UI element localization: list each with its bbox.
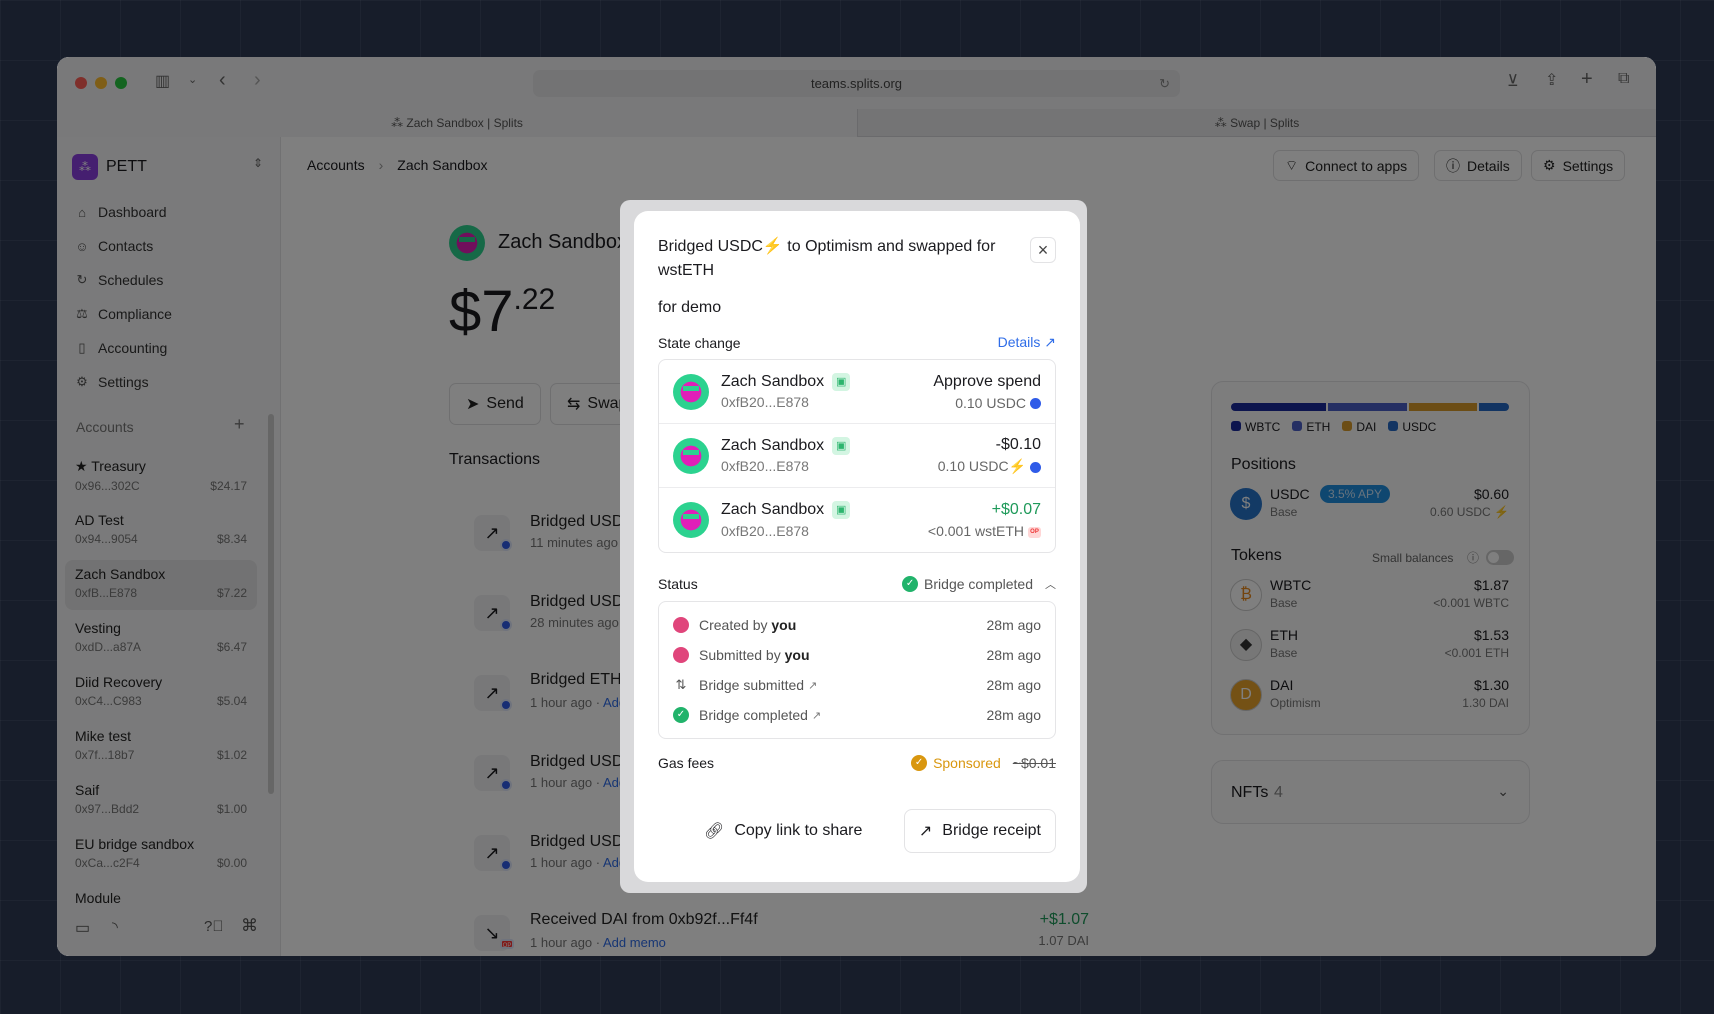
external-link-icon[interactable]: ↗	[812, 709, 821, 722]
base-chain-icon	[1030, 461, 1041, 473]
state-change-qty: 0.10 USDC⚡	[937, 458, 1026, 474]
state-change-name: Zach Sandbox	[721, 373, 825, 391]
transaction-modal: Bridged USDC⚡ to Optimism and swapped fo…	[634, 211, 1080, 882]
optimism-chain-icon: OP	[1028, 526, 1041, 538]
timeline-actor: you	[771, 617, 797, 633]
gas-status: Sponsored	[933, 755, 1001, 771]
state-change-amount: -$0.10	[995, 436, 1041, 453]
account-avatar	[673, 502, 709, 538]
timeline-text: Bridge submitted	[699, 677, 805, 693]
status-heading: Status	[658, 576, 698, 592]
wallet-icon: ▣	[832, 436, 851, 455]
state-change-qty: 0.10 USDC	[955, 394, 1026, 411]
link-icon: 🔗︎	[704, 823, 725, 840]
timeline-item: Submitted by you 28m ago	[673, 640, 1041, 670]
timeline-item[interactable]: ⇅ Bridge submitted ↗ 28m ago	[673, 670, 1041, 700]
timeline-text: Submitted by	[699, 647, 781, 663]
gas-amount: ~$0.01	[1012, 755, 1056, 771]
sponsored-badge-icon: ✓	[911, 755, 928, 771]
base-chain-icon	[1030, 398, 1041, 410]
external-link-icon: ↗	[918, 823, 933, 840]
timeline-text: Created by	[699, 617, 768, 633]
copy-link-button[interactable]: 🔗︎ Copy link to share	[704, 809, 862, 853]
state-change-list: Zach Sandbox ▣ 0xfB20...E878 Approve spend 0…	[658, 359, 1056, 553]
state-change-address: 0xfB20...E878	[721, 394, 809, 411]
timeline-item[interactable]: ✓ Bridge completed ↗ 28m ago	[673, 700, 1041, 730]
status-timeline: Created by you 28m ago Submitted by you 28m…	[658, 601, 1056, 739]
state-change-address: 0xfB20...E878	[721, 458, 809, 475]
timeline-time: 28m ago	[986, 677, 1041, 693]
external-link-icon: ↗	[1044, 334, 1056, 350]
user-avatar-icon	[673, 647, 689, 663]
state-change-address: 0xfB20...E878	[721, 522, 809, 539]
button-label: Copy link to share	[734, 822, 863, 839]
state-change-row: Zach Sandbox ▣ 0xfB20...E878 -$0.10 0.10 USD…	[659, 424, 1055, 488]
timeline-time: 28m ago	[986, 707, 1041, 723]
timeline-text: Bridge completed	[699, 707, 808, 723]
account-avatar	[673, 437, 709, 474]
timeline-time: 28m ago	[986, 617, 1041, 633]
check-circle-icon: ✓	[673, 707, 689, 723]
bridge-receipt-button[interactable]: ↗ Bridge receipt	[903, 809, 1056, 853]
gas-fees-label: Gas fees	[658, 755, 715, 771]
user-avatar-icon	[673, 617, 689, 633]
external-link-icon[interactable]: ↗	[808, 679, 817, 692]
state-change-amount: Approve spend	[933, 372, 1041, 390]
status-toggle[interactable]: ✓ Bridge completed ︿	[902, 576, 1056, 592]
timeline-actor: you	[784, 647, 810, 663]
details-link[interactable]: Details ↗	[998, 334, 1056, 351]
state-change-qty: <0.001 wstETH	[927, 523, 1024, 539]
state-change-heading: State change	[658, 334, 741, 351]
state-change-row: Zach Sandbox ▣ 0xfB20...E878 Approve spend 0…	[659, 360, 1055, 424]
account-avatar	[673, 373, 709, 410]
state-change-name: Zach Sandbox	[721, 437, 825, 455]
modal-title: Bridged USDC⚡ to Optimism and swapped fo…	[658, 238, 996, 279]
state-change-amount: +$0.07	[991, 501, 1041, 518]
link-label: Details	[997, 334, 1041, 350]
check-circle-icon: ✓	[902, 576, 919, 592]
state-change-name: Zach Sandbox	[721, 501, 825, 519]
wallet-icon: ▣	[832, 501, 851, 520]
timeline-item: Created by you 28m ago	[673, 610, 1041, 640]
wallet-icon: ▣	[832, 372, 851, 391]
memo-text[interactable]: for demo	[658, 299, 1056, 317]
timeline-time: 28m ago	[986, 647, 1041, 663]
arrows-updown-icon: ⇅	[675, 677, 687, 692]
button-label: Bridge receipt	[942, 822, 1041, 839]
status-value: Bridge completed	[924, 576, 1033, 592]
state-change-row: Zach Sandbox ▣ 0xfB20...E878 +$0.07 <0.001 w…	[659, 488, 1055, 552]
close-button[interactable]: ×	[1030, 237, 1056, 263]
chevron-up-icon: ︿	[1045, 579, 1056, 591]
